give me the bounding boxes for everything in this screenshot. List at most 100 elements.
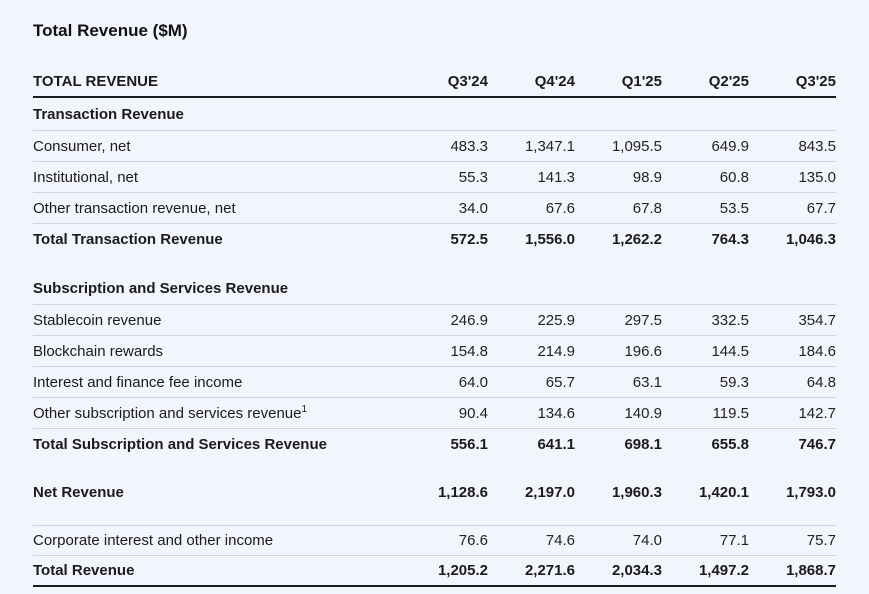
row-label: Corporate interest and other income bbox=[33, 532, 274, 549]
table-row: Net Revenue 1,128.6 2,197.0 1,960.3 1,420.1 1… bbox=[33, 477, 836, 508]
cell-value: 1,205.2 bbox=[437, 562, 488, 579]
cell-value: 53.5 bbox=[719, 199, 749, 217]
cell-value: 55.3 bbox=[458, 168, 488, 186]
cell-value: 843.5 bbox=[798, 137, 836, 155]
cell-value: 75.7 bbox=[806, 532, 836, 549]
cell-value: 246.9 bbox=[450, 311, 488, 329]
cell-value: 764.3 bbox=[711, 231, 749, 248]
cell-value: 1,556.0 bbox=[524, 231, 575, 248]
cell-value: 74.6 bbox=[545, 532, 575, 549]
column-header: Q3'25 bbox=[795, 72, 836, 90]
cell-value: 2,271.6 bbox=[524, 562, 575, 579]
revenue-table: TOTAL REVENUE Q3'24 Q4'24 Q1'25 Q2'25 Q3'25 … bbox=[33, 66, 836, 587]
cell-value: 135.0 bbox=[798, 168, 836, 186]
cell-value: 74.0 bbox=[632, 532, 662, 549]
cell-value: 2,034.3 bbox=[611, 562, 662, 579]
spacer-row bbox=[33, 255, 836, 272]
row-label: Stablecoin revenue bbox=[33, 311, 162, 329]
table-row: Consumer, net 483.3 1,347.1 1,095.5 649.9 843… bbox=[33, 131, 836, 162]
cell-value: 60.8 bbox=[719, 168, 749, 186]
table-row: Transaction Revenue bbox=[33, 98, 836, 131]
table-body: Transaction Revenue Consumer, net 483.3 1,3… bbox=[33, 98, 836, 587]
row-label: Net Revenue bbox=[33, 484, 124, 501]
cell-value: 1,128.6 bbox=[437, 484, 488, 501]
row-label: Total Subscription and Services Revenue bbox=[33, 436, 327, 453]
cell-value: 144.5 bbox=[711, 342, 749, 360]
cell-value: 1,497.2 bbox=[698, 562, 749, 579]
cell-value: 1,347.1 bbox=[524, 137, 575, 155]
cell-value: 34.0 bbox=[458, 199, 488, 217]
cell-value: 76.6 bbox=[458, 532, 488, 549]
cell-value: 1,793.0 bbox=[785, 484, 836, 501]
cell-value: 196.6 bbox=[624, 342, 662, 360]
cell-value: 119.5 bbox=[712, 404, 749, 422]
cell-value: 184.6 bbox=[798, 342, 836, 360]
table-row: Corporate interest and other income 76.6 7… bbox=[33, 525, 836, 556]
table-row: Blockchain rewards 154.8 214.9 196.6 144.5 18… bbox=[33, 336, 836, 367]
page-title: Total Revenue ($M) bbox=[33, 21, 188, 40]
revenue-report-page: Total Revenue ($M) TOTAL REVENUE Q3'24 Q4… bbox=[0, 0, 869, 587]
cell-value: 77.1 bbox=[719, 532, 749, 549]
cell-value: 572.5 bbox=[450, 231, 488, 248]
column-header: Q2'25 bbox=[708, 72, 749, 90]
cell-value: 64.0 bbox=[458, 373, 488, 391]
cell-value: 64.8 bbox=[806, 373, 836, 391]
cell-value: 1,046.3 bbox=[785, 231, 836, 248]
cell-value: 297.5 bbox=[624, 311, 662, 329]
cell-value: 2,197.0 bbox=[524, 484, 575, 501]
cell-value: 59.3 bbox=[719, 373, 749, 391]
cell-value: 649.9 bbox=[711, 137, 749, 155]
table-row: Total Subscription and Services Revenue 5… bbox=[33, 429, 836, 460]
table-row: Total Revenue 1,205.2 2,271.6 2,034.3 1,497.… bbox=[33, 556, 836, 587]
cell-value: 655.8 bbox=[711, 436, 749, 453]
table-header-label: TOTAL REVENUE bbox=[33, 72, 159, 90]
cell-value: 1,868.7 bbox=[785, 562, 836, 579]
row-label: Institutional, net bbox=[33, 168, 139, 186]
cell-value: 63.1 bbox=[632, 373, 662, 391]
cell-value: 556.1 bbox=[450, 436, 488, 453]
cell-value: 142.7 bbox=[798, 404, 836, 422]
cell-value: 65.7 bbox=[545, 373, 575, 391]
row-label: Transaction Revenue bbox=[33, 105, 184, 123]
cell-value: 225.9 bbox=[537, 311, 575, 329]
table-row: Subscription and Services Revenue bbox=[33, 272, 836, 305]
column-header: Q1'25 bbox=[621, 72, 662, 90]
cell-value: 67.7 bbox=[806, 199, 836, 217]
cell-value: 698.1 bbox=[624, 436, 662, 453]
cell-value: 98.9 bbox=[632, 168, 662, 186]
cell-value: 140.9 bbox=[624, 404, 662, 422]
cell-value: 332.5 bbox=[711, 311, 749, 329]
cell-value: 67.8 bbox=[632, 199, 662, 217]
row-label: Total Revenue bbox=[33, 562, 135, 579]
table-row: Stablecoin revenue 246.9 225.9 297.5 332.5 35… bbox=[33, 305, 836, 336]
row-label: Other subscription and services revenue1 bbox=[33, 403, 308, 422]
table-header-row: TOTAL REVENUE Q3'24 Q4'24 Q1'25 Q2'25 Q3'25 bbox=[33, 66, 836, 98]
table-row: Other transaction revenue, net 34.0 67.6 67… bbox=[33, 193, 836, 224]
row-label: Consumer, net bbox=[33, 137, 131, 155]
cell-value: 154.8 bbox=[450, 342, 488, 360]
cell-value: 1,095.5 bbox=[611, 137, 662, 155]
row-label: Subscription and Services Revenue bbox=[33, 279, 289, 297]
table-row: Total Transaction Revenue 572.5 1,556.0 1,2… bbox=[33, 224, 836, 255]
cell-value: 1,960.3 bbox=[611, 484, 662, 501]
cell-value: 214.9 bbox=[537, 342, 575, 360]
row-label: Interest and finance fee income bbox=[33, 373, 243, 391]
cell-value: 1,262.2 bbox=[611, 231, 662, 248]
cell-value: 90.4 bbox=[458, 404, 488, 422]
row-label: Blockchain rewards bbox=[33, 342, 164, 360]
cell-value: 483.3 bbox=[450, 137, 488, 155]
cell-value: 134.6 bbox=[537, 404, 575, 422]
spacer-row bbox=[33, 460, 836, 477]
table-row: Institutional, net 55.3 141.3 98.9 60.8 135.0 bbox=[33, 162, 836, 193]
table-row: Other subscription and services revenue1… bbox=[33, 398, 836, 429]
cell-value: 67.6 bbox=[545, 199, 575, 217]
cell-value: 141.3 bbox=[537, 168, 575, 186]
row-label: Other transaction revenue, net bbox=[33, 199, 236, 217]
table-row: Interest and finance fee income 64.0 65.7 6… bbox=[33, 367, 836, 398]
cell-value: 354.7 bbox=[798, 311, 836, 329]
column-header: Q4'24 bbox=[534, 72, 575, 90]
cell-value: 641.1 bbox=[537, 436, 575, 453]
column-header: Q3'24 bbox=[447, 72, 488, 90]
cell-value: 1,420.1 bbox=[698, 484, 749, 501]
spacer-row bbox=[33, 508, 836, 525]
